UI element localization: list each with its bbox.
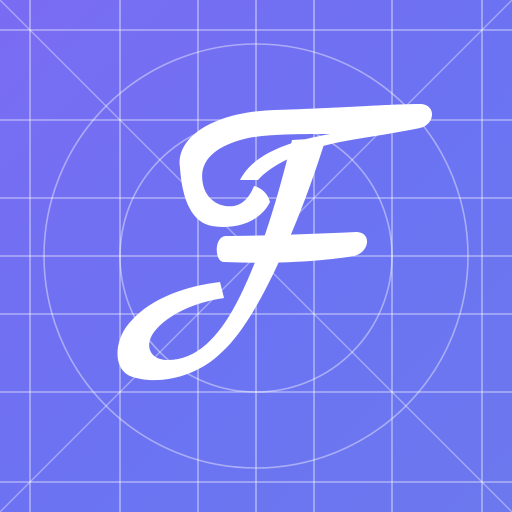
icon-grid xyxy=(0,0,512,512)
script-letter-f-icon xyxy=(117,104,432,381)
script-f-crossbar xyxy=(216,232,368,263)
app-icon xyxy=(0,0,512,512)
